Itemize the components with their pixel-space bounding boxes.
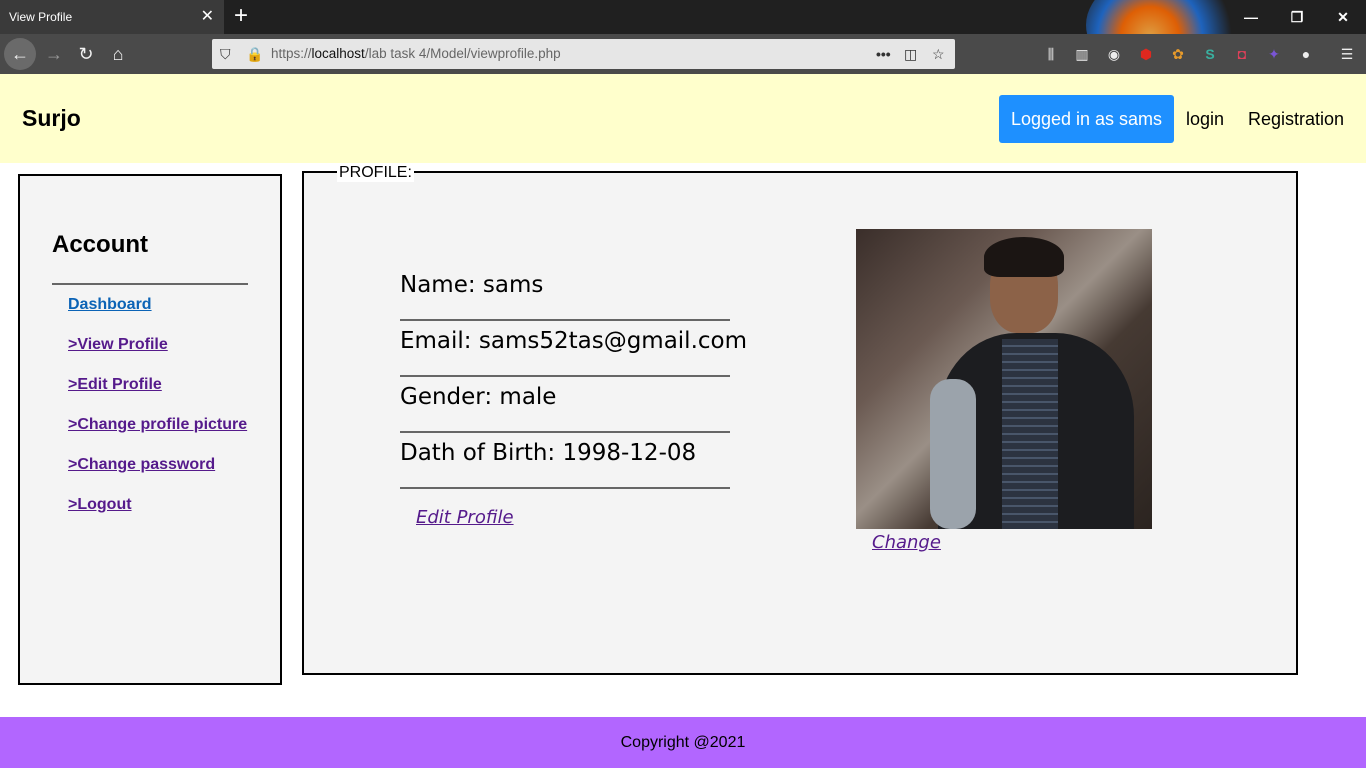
site-brand: Surjo [22,105,81,131]
login-link[interactable]: login [1186,95,1224,143]
footer-copyright: Copyright @2021 [620,734,746,751]
extension-ublock-icon[interactable]: ⬢ [1135,43,1157,65]
sidebar-item-logout[interactable]: >Logout [68,496,132,514]
extension-color-icon[interactable]: ✿ [1167,43,1189,65]
sidebar-item-change-password[interactable]: >Change password [68,456,215,474]
address-bar[interactable]: ⛉ 🔒 https://localhost/lab task 4/Model/v… [212,39,955,69]
window-close-icon[interactable]: ✕ [1320,0,1366,34]
shield-icon[interactable]: ⛉ [220,39,231,69]
url-text[interactable]: https://localhost/lab task 4/Model/viewp… [271,39,561,69]
browser-nav-bar: ← → ↻ ⌂ ⛉ 🔒 https://localhost/lab task 4… [0,34,1366,74]
browser-tab-bar: View Profile ✕ + — ❐ ✕ [0,0,1366,34]
profile-birth-date: Dath of Birth: 1998-12-08 [400,433,730,489]
extension-puzzle-icon[interactable]: ✦ [1263,43,1285,65]
profile-legend: PROFILE: [337,164,414,182]
home-icon[interactable]: ⌂ [102,38,134,70]
account-icon[interactable]: ◉ [1103,43,1125,65]
profile-picture [856,229,1152,529]
menu-icon[interactable]: ☰ [1336,43,1358,65]
restore-icon[interactable]: ❐ [1274,0,1320,34]
tab-close-icon[interactable]: ✕ [201,0,214,34]
browser-tab[interactable]: View Profile ✕ [0,0,224,34]
bookmark-star-icon[interactable]: ☆ [932,39,945,69]
forward-arrow-icon[interactable]: → [38,38,70,70]
reload-icon[interactable]: ↻ [70,38,102,70]
sidebar-item-dashboard[interactable]: Dashboard [68,296,152,314]
sidebar-divider [52,283,248,285]
tab-title: View Profile [9,10,73,24]
profile-gender: Gender: male [400,377,730,433]
library-icon[interactable]: ⫼ [1040,43,1062,65]
minimize-icon[interactable]: — [1228,0,1274,34]
lock-warning-icon[interactable]: 🔒 [246,39,263,69]
sidebar-item-view-profile[interactable]: >View Profile [68,336,168,354]
extension-camera-icon[interactable]: ◘ [1231,43,1253,65]
sidebar-item-edit-profile[interactable]: >Edit Profile [68,376,162,394]
new-tab-button[interactable]: + [230,2,252,30]
site-header: Surjo Logged in as sams login Registrati… [0,74,1366,163]
sidebar-title: Account [52,231,148,258]
pocket-icon[interactable]: ◫ [904,39,917,69]
back-arrow-icon[interactable]: ← [4,38,36,70]
profile-email: Email: sams52tas@gmail.com [400,321,747,377]
extension-s-icon[interactable]: S [1199,43,1221,65]
sidebar-item-change-picture[interactable]: >Change profile picture [68,416,247,434]
firefox-theme-art [1086,0,1246,34]
change-picture-link[interactable]: Change [872,532,941,553]
profile-fieldset: PROFILE: Name: sams Email: sams52tas@gma… [302,164,1298,675]
profile-name: Name: sams [400,265,730,321]
edit-profile-link[interactable]: Edit Profile [416,507,514,528]
site-footer: Copyright @2021 [0,717,1366,768]
sidebar-icon[interactable]: ▥ [1071,43,1093,65]
extension-dark-icon[interactable]: ● [1295,43,1317,65]
logged-in-button[interactable]: Logged in as sams [999,95,1174,143]
registration-link[interactable]: Registration [1248,95,1344,143]
account-sidebar: Account Dashboard >View Profile >Edit Pr… [18,174,282,685]
page-actions-icon[interactable]: ••• [876,39,891,69]
